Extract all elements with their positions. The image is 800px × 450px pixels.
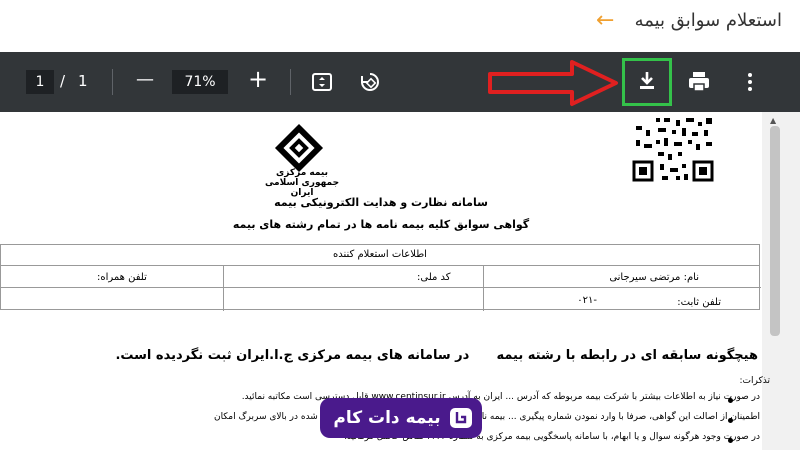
central-insurance-logo-icon <box>274 123 324 173</box>
document-title-1: سامانه نظارت و هدایت الکترونیکی بیمه <box>274 196 488 209</box>
zoom-out-button[interactable]: — <box>136 69 154 90</box>
phone-value: -۰۲۱ <box>577 295 597 306</box>
logo-line-2: جمهوری اسلامی ایران <box>264 178 340 198</box>
no-record-message: هیچگونه سابقه ای در رابطه با رشته بیمه د… <box>58 348 758 363</box>
toolbar-divider <box>290 69 291 95</box>
current-page-input[interactable]: 1 <box>26 70 54 94</box>
arrow-annotation-icon <box>488 60 618 106</box>
brand-text: بیمه دات کام <box>333 408 441 428</box>
pdf-toolbar: 1 / 1 — 71% + <box>0 52 800 112</box>
message-part-2: در سامانه های بیمه مرکزی ج.ا.ایران ثبت ن… <box>115 348 470 363</box>
table-header: اطلاعات استعلام کننده <box>1 245 759 266</box>
print-icon[interactable] <box>686 69 712 95</box>
page-title: استعلام سوابق بیمه <box>634 10 782 31</box>
message-part-1: هیچگونه سابقه ای در رابطه با رشته بیمه <box>496 348 758 363</box>
document-title-2: گواهی سوابق کلیه بیمه نامه ها در تمام رش… <box>232 218 530 231</box>
more-vert-icon[interactable] <box>738 70 762 94</box>
notes-title: تذکرات: <box>739 376 771 386</box>
scroll-up-icon[interactable]: ▲ <box>770 116 776 125</box>
phone-label: تلفن ثابت: <box>677 297 721 308</box>
table-divider <box>223 265 224 311</box>
zoom-in-button[interactable]: + <box>248 65 268 93</box>
logo-text: بیمه مرکزی جمهوری اسلامی ایران <box>260 168 344 198</box>
total-pages: 1 <box>78 72 88 90</box>
download-icon[interactable] <box>635 69 659 93</box>
table-divider <box>1 287 761 288</box>
qr-code-icon <box>632 114 716 184</box>
toolbar-divider <box>112 69 113 95</box>
note-item: اطمینان از اصالت این گواهی، صرفا با وارد… <box>213 412 760 422</box>
page-separator: / <box>60 72 66 90</box>
zoom-level-input[interactable]: 71% <box>172 70 228 94</box>
note-item: در صورت نیاز به اطلاعات بیشتر با شرکت بی… <box>241 392 760 402</box>
table-divider <box>483 265 484 311</box>
scrollbar-thumb[interactable] <box>770 126 780 336</box>
back-arrow-icon[interactable]: ← <box>596 8 614 33</box>
national-code-field: کد ملی: <box>417 272 451 283</box>
logo-line-1: بیمه مرکزی <box>276 168 328 178</box>
brand-logo-icon <box>450 408 472 428</box>
fit-page-icon[interactable] <box>310 70 334 94</box>
inquirer-info-table: اطلاعات استعلام کننده نام: مرتضی سیرجانی… <box>0 244 761 311</box>
page-header: استعلام سوابق بیمه ← <box>0 0 800 52</box>
mobile-field: تلفن همراه: <box>97 272 147 283</box>
rotate-icon[interactable] <box>358 70 382 94</box>
name-field: نام: مرتضی سیرجانی <box>609 272 699 283</box>
